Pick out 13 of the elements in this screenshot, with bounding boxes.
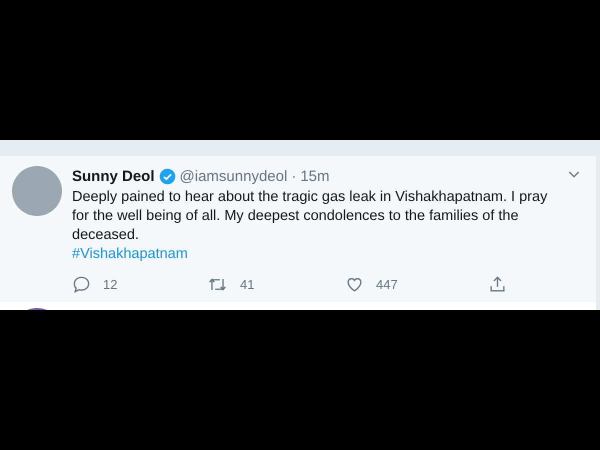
author-name: Sunny Deol [72, 168, 155, 184]
share-button[interactable] [488, 274, 507, 294]
separator-dot: · [291, 168, 296, 184]
like-button[interactable]: 447 [345, 274, 398, 294]
tweet-time: 15m [300, 168, 330, 184]
reply-button[interactable]: 12 [72, 274, 118, 294]
retweet-button[interactable]: 41 [207, 274, 254, 294]
tweet-text: Deeply pained to hear about the tragic gas leak in Vishakhapatnam. I pray for the well being of all. My deepest condolences to the families of the deceased. [72, 188, 548, 245]
share-icon [488, 274, 507, 294]
author-handle: @iamsunnydeol [180, 168, 288, 184]
hashtag-link[interactable]: #Vishakhapatnam [72, 245, 188, 264]
avatar [12, 166, 62, 216]
speech-bubble-icon [72, 274, 91, 294]
